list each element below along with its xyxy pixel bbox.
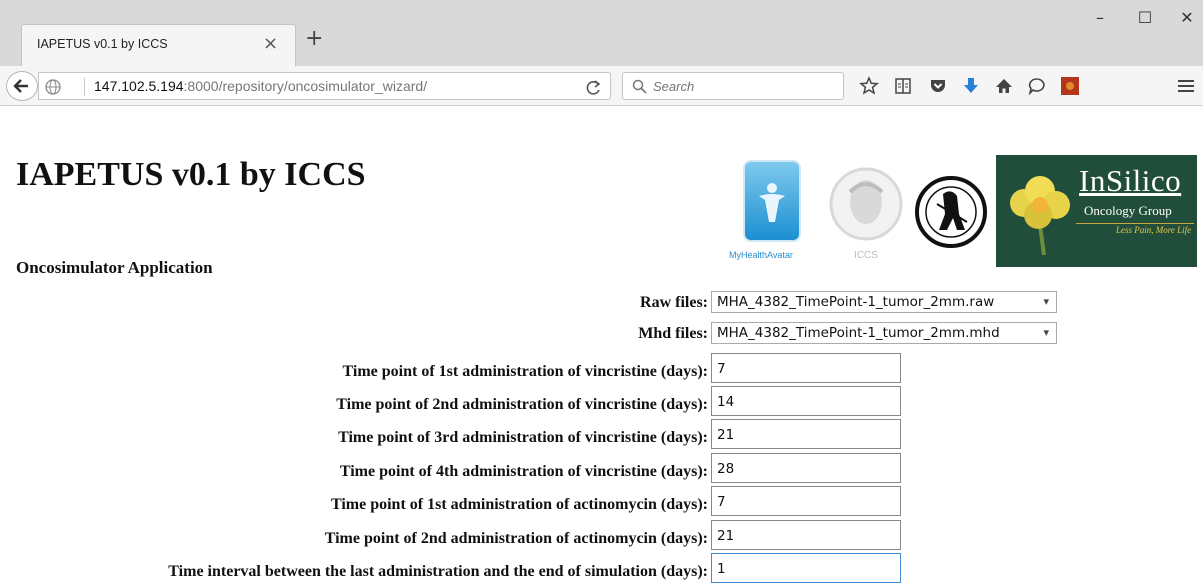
field-label: Time point of 2nd administration of vinc…: [336, 396, 708, 413]
tab-close-icon[interactable]: ×: [263, 34, 278, 54]
mhd-files-select[interactable]: MHA_4382_TimePoint-1_tumor_2mm.mhd ▾: [711, 322, 1057, 344]
mha-logo-tile: [743, 160, 801, 242]
myhealthavatar-logo[interactable]: MyHealthAvatar: [729, 160, 821, 270]
insilico-divider: [1076, 223, 1194, 224]
mha-figure-icon: [759, 183, 785, 222]
page-subtitle: Oncosimulator Application: [16, 258, 213, 277]
raw-files-select[interactable]: MHA_4382_TimePoint-1_tumor_2mm.raw ▾: [711, 291, 1057, 313]
raw-files-row: Raw files: MHA_4382_TimePoint-1_tumor_2m…: [0, 290, 1203, 316]
reading-list-icon[interactable]: [893, 76, 913, 96]
ntua-logo[interactable]: [913, 164, 989, 264]
vincristine-4th-input[interactable]: 28: [711, 453, 901, 483]
page-title: IAPETUS v0.1 by ICCS: [16, 156, 366, 193]
minimize-icon[interactable]: –: [1085, 8, 1115, 32]
tab-strip: IAPETUS v0.1 by ICCS × + – ☐ ✕: [0, 0, 1203, 66]
url-path: :8000/repository/oncosimulator_wizard/: [183, 78, 428, 94]
field-label: Time point of 1st administration of vinc…: [342, 363, 708, 380]
iccs-logo[interactable]: ICCS: [828, 162, 904, 262]
back-button[interactable]: [6, 71, 38, 101]
chevron-down-icon: ▾: [1043, 295, 1049, 308]
field-label: Time point of 4th administration of vinc…: [339, 463, 708, 480]
menu-icon[interactable]: [1176, 76, 1196, 96]
search-icon: [632, 79, 647, 94]
download-icon[interactable]: [961, 76, 981, 96]
url-text[interactable]: 147.102.5.194:8000/repository/oncosimula…: [94, 78, 427, 94]
raw-files-label: Raw files:: [640, 294, 708, 311]
globe-icon: [45, 79, 61, 95]
chevron-down-icon: ▾: [1043, 326, 1049, 339]
url-divider: [84, 78, 85, 96]
form-field-row: Time point of 4th administration of vinc…: [0, 453, 1203, 485]
search-placeholder: Search: [653, 79, 695, 94]
mha-logo-text: MyHealthAvatar: [729, 250, 793, 260]
iccs-emblem-icon: ICCS: [829, 167, 903, 261]
iccs-logo-text: ICCS: [854, 250, 878, 261]
reload-icon[interactable]: [583, 78, 605, 98]
insilico-title: InSilico: [1079, 163, 1182, 198]
field-label: Time interval between the last administr…: [168, 563, 708, 580]
field-label: Time point of 2nd administration of acti…: [324, 530, 708, 547]
field-label: Time point of 1st administration of acti…: [330, 496, 708, 513]
raw-files-value: MHA_4382_TimePoint-1_tumor_2mm.raw: [717, 294, 995, 310]
form-field-row: Time point of 1st administration of vinc…: [0, 353, 1203, 385]
insilico-oncology-logo[interactable]: InSilico Oncology Group Less Pain, More …: [996, 155, 1197, 267]
mhd-files-row: Mhd files: MHA_4382_TimePoint-1_tumor_2m…: [0, 321, 1203, 347]
form-field-row: Time point of 3rd administration of vinc…: [0, 419, 1203, 451]
insilico-subtitle: Oncology Group: [1084, 203, 1172, 218]
vincristine-2nd-input[interactable]: 14: [711, 386, 901, 416]
form-field-row: Time point of 2nd administration of acti…: [0, 520, 1203, 552]
end-interval-input[interactable]: 1: [711, 553, 901, 583]
mhd-files-label: Mhd files:: [638, 325, 708, 342]
pocket-icon[interactable]: [928, 76, 948, 96]
bookmark-star-icon[interactable]: [859, 76, 879, 96]
field-label: Time point of 3rd administration of vinc…: [338, 429, 708, 446]
daffodil-icon: [1010, 176, 1070, 256]
actinomycin-1st-input[interactable]: 7: [711, 486, 901, 516]
home-icon[interactable]: [994, 76, 1014, 96]
address-bar[interactable]: 147.102.5.194:8000/repository/oncosimula…: [38, 72, 611, 100]
actinomycin-2nd-input[interactable]: 21: [711, 520, 901, 550]
form-field-row: Time interval between the last administr…: [0, 553, 1203, 585]
back-arrow-icon: [13, 79, 28, 93]
tab-title: IAPETUS v0.1 by ICCS: [37, 37, 168, 51]
maximize-icon[interactable]: ☐: [1130, 8, 1160, 32]
mhd-files-value: MHA_4382_TimePoint-1_tumor_2mm.mhd: [717, 325, 1000, 341]
nav-toolbar: 147.102.5.194:8000/repository/oncosimula…: [0, 66, 1203, 106]
form-field-row: Time point of 1st administration of acti…: [0, 486, 1203, 518]
insilico-tagline: Less Pain, More Life: [1116, 225, 1192, 235]
vincristine-3rd-input[interactable]: 21: [711, 419, 901, 449]
search-input[interactable]: Search: [622, 72, 844, 100]
form-field-row: Time point of 2nd administration of vinc…: [0, 386, 1203, 418]
ntua-seal-icon: [915, 176, 987, 248]
vincristine-1st-input[interactable]: 7: [711, 353, 901, 383]
new-tab-icon[interactable]: +: [305, 28, 323, 50]
chat-icon[interactable]: [1027, 76, 1047, 96]
addon-icon[interactable]: [1060, 76, 1080, 96]
close-window-icon[interactable]: ✕: [1172, 8, 1202, 32]
browser-tab[interactable]: IAPETUS v0.1 by ICCS ×: [21, 24, 296, 66]
url-host: 147.102.5.194: [94, 78, 184, 94]
